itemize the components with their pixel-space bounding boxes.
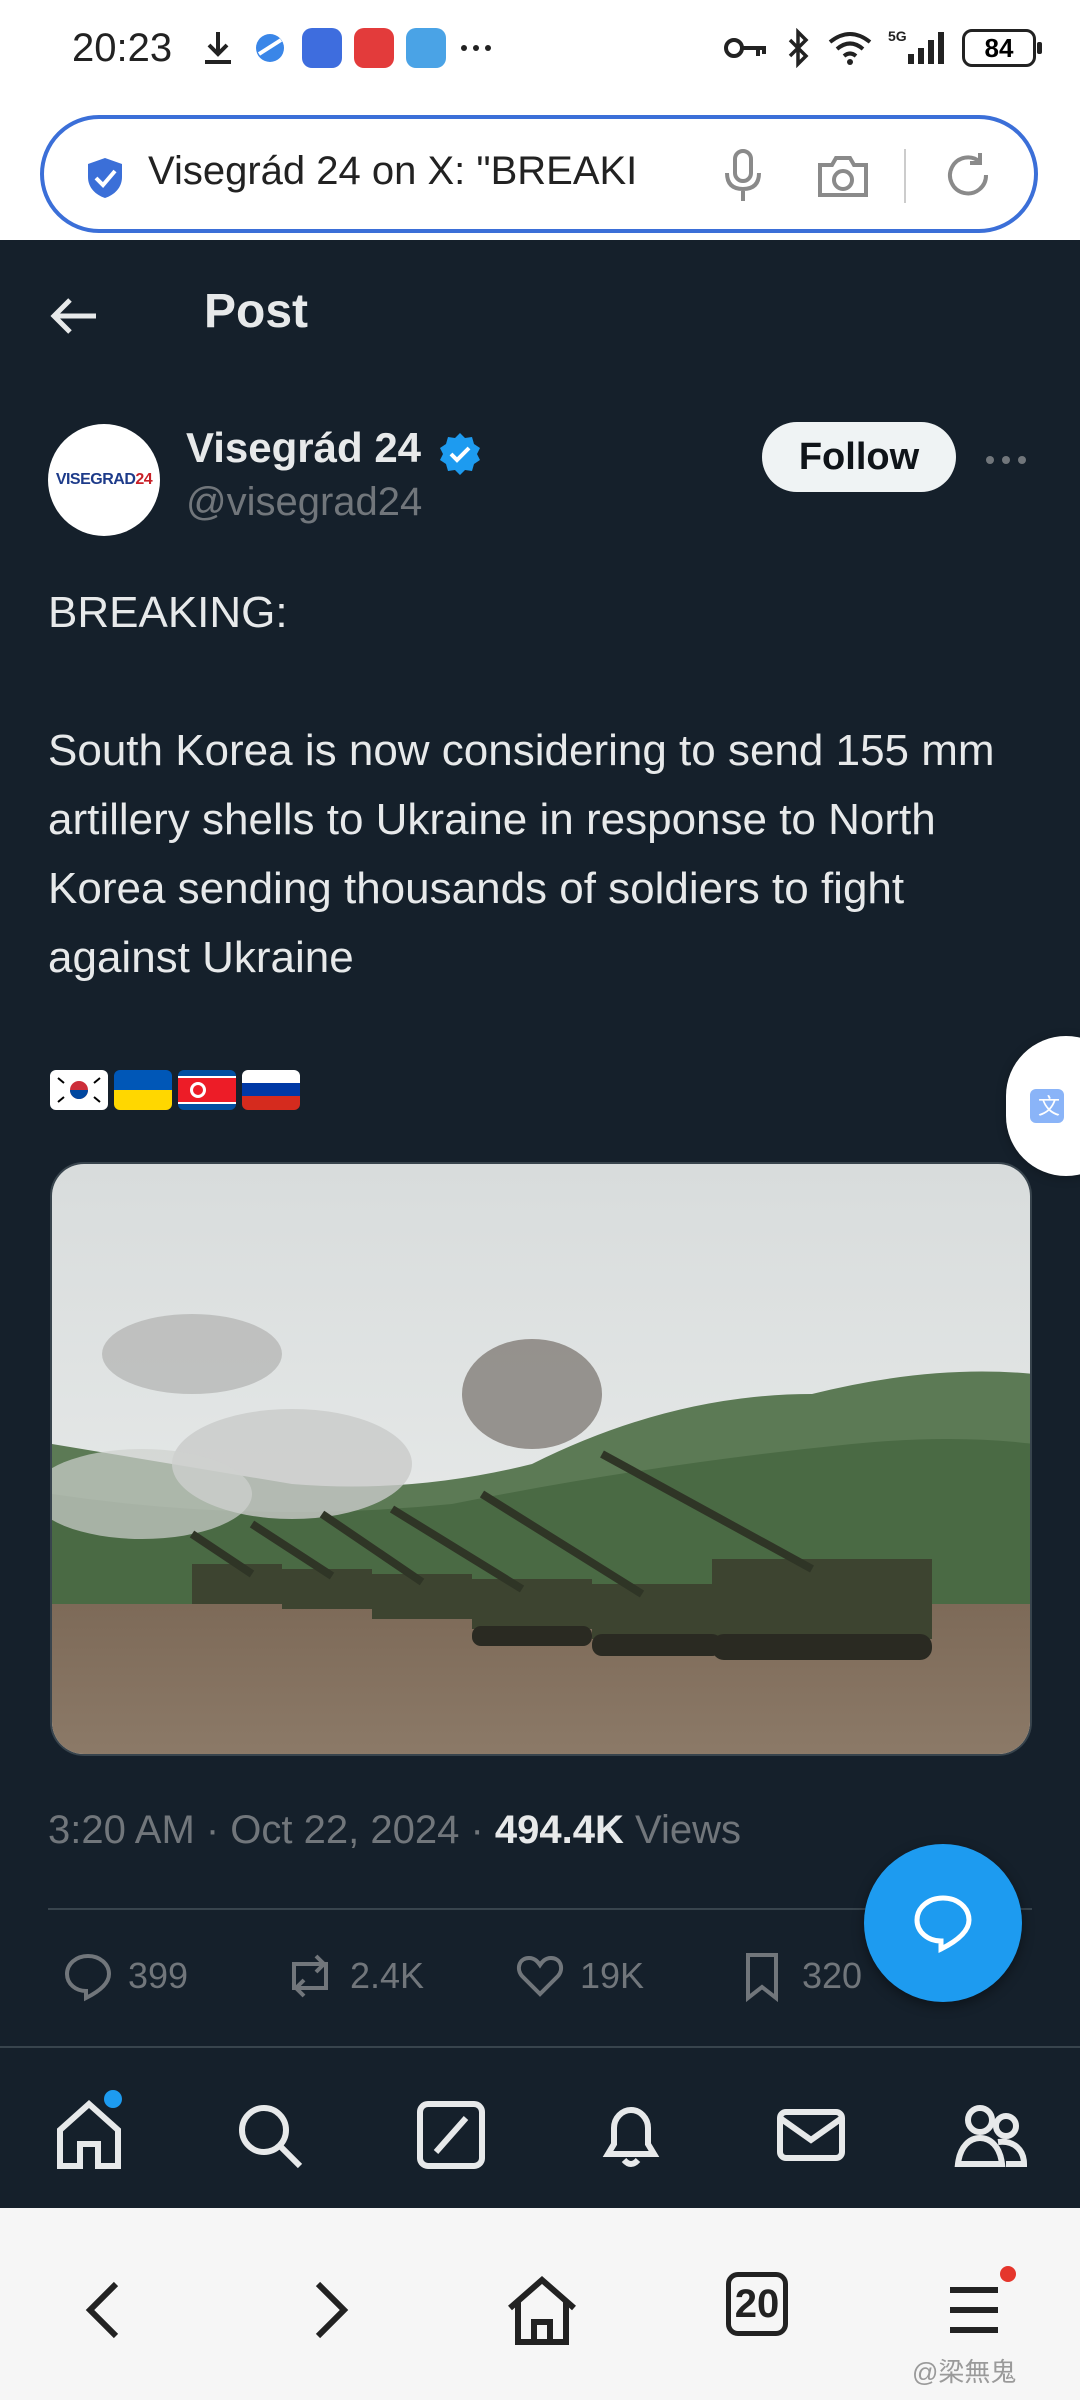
- north-korea-flag-icon: [178, 1070, 236, 1110]
- reload-icon[interactable]: [940, 147, 996, 203]
- reply-count: 399: [128, 1955, 189, 1996]
- x-post-view: Post VISEGRAD24 Visegrád 24 @visegrad24 …: [0, 240, 1080, 2208]
- post-image[interactable]: [50, 1162, 1032, 1756]
- url-separator: [904, 149, 906, 203]
- tweet-text-headline: BREAKING:: [48, 588, 288, 637]
- more-icon[interactable]: [984, 440, 1028, 480]
- heart-icon: [516, 1955, 564, 1997]
- signal-icon: 5G: [888, 28, 944, 64]
- url-text[interactable]: Visegrád 24 on X: "BREAKI: [148, 149, 728, 194]
- bookmark-count: 320: [802, 1955, 863, 1996]
- home-unread-dot: [104, 2090, 122, 2108]
- compose-reply-button[interactable]: [864, 1844, 1022, 2002]
- watermark: @梁無鬼: [912, 2357, 1017, 2387]
- home-icon[interactable]: [50, 2096, 128, 2174]
- svg-text:5G: 5G: [888, 28, 907, 44]
- ukraine-flag-icon: [114, 1070, 172, 1110]
- divider: [0, 2046, 1080, 2048]
- key-icon: [724, 38, 766, 58]
- secure-shield-icon: [88, 158, 122, 198]
- translate-floating-button[interactable]: 文: [1006, 1036, 1080, 1176]
- weather-app-icon: [406, 28, 446, 68]
- compose-reply-icon: [914, 1895, 972, 1954]
- verified-badge-icon: [440, 433, 480, 475]
- repost-action[interactable]: 2.4K: [284, 1950, 424, 2002]
- views-count: 494.4K: [494, 1808, 624, 1852]
- svg-text:文: 文: [1038, 1095, 1060, 1120]
- status-notification-icons: [198, 28, 494, 68]
- post-timestamp[interactable]: 3:20 AM · Oct 22, 2024 ·: [48, 1808, 495, 1852]
- repost-count: 2.4K: [350, 1955, 425, 1996]
- camera-icon[interactable]: [814, 151, 872, 201]
- bookmark-action[interactable]: 320: [736, 1950, 862, 2002]
- back-icon[interactable]: [68, 2272, 144, 2348]
- communities-icon[interactable]: [952, 2096, 1030, 2174]
- back-arrow-icon[interactable]: [46, 288, 102, 344]
- russia-flag-icon: [242, 1070, 300, 1110]
- page-title: Post: [204, 285, 309, 338]
- status-time: 20:23: [72, 26, 173, 70]
- views-label: Views: [623, 1808, 741, 1852]
- notifications-icon[interactable]: [592, 2096, 670, 2174]
- home-icon[interactable]: [504, 2272, 580, 2348]
- author-name[interactable]: Visegrád 24: [186, 424, 421, 472]
- repost-icon: [292, 1954, 328, 1998]
- author-handle[interactable]: @visegrad24: [186, 480, 422, 525]
- search-icon[interactable]: [230, 2096, 308, 2174]
- download-icon: [205, 32, 231, 64]
- tweet-text: BREAKING: South Korea is now considering…: [48, 578, 1038, 992]
- post-header: Post: [0, 240, 1080, 390]
- avatar-logo: VISEGRAD24: [55, 471, 153, 488]
- bookmark-icon: [746, 1953, 778, 2002]
- tabs-button[interactable]: 20: [726, 2272, 788, 2336]
- avatar[interactable]: VISEGRAD24: [48, 424, 160, 536]
- security-app-icon: [302, 28, 342, 68]
- tweet-text-body: South Korea is now considering to send 1…: [48, 726, 995, 982]
- messages-icon[interactable]: [772, 2096, 850, 2174]
- south-korea-flag-icon: [50, 1070, 108, 1110]
- flag-emojis: [50, 1070, 300, 1110]
- like-count: 19K: [580, 1955, 645, 1996]
- follow-button[interactable]: Follow: [762, 422, 956, 492]
- artillery-photo: [52, 1164, 1030, 1754]
- x-tab-bar: [0, 2066, 1080, 2208]
- menu-notification-dot: [1000, 2266, 1016, 2282]
- status-system-icons: 5G 84: [722, 28, 1042, 68]
- huawei-app-icon: [354, 28, 394, 68]
- grok-icon[interactable]: [412, 2096, 490, 2174]
- browser-app-icon: [256, 34, 284, 62]
- more-notifications-icon: [461, 45, 491, 51]
- like-action[interactable]: 19K: [514, 1950, 644, 2002]
- translate-icon: 文: [1030, 1089, 1064, 1123]
- microphone-icon[interactable]: [718, 147, 768, 205]
- reply-action[interactable]: 399: [62, 1950, 188, 2002]
- battery-indicator: 84: [962, 29, 1042, 67]
- wifi-icon: [828, 32, 872, 65]
- forward-icon[interactable]: [290, 2272, 366, 2348]
- menu-icon[interactable]: [936, 2272, 1012, 2348]
- url-bar[interactable]: Visegrád 24 on X: "BREAKI: [40, 115, 1038, 233]
- bluetooth-icon: [788, 28, 809, 68]
- post-meta: 3:20 AM · Oct 22, 2024 · 494.4K Views: [48, 1808, 741, 1853]
- status-bar: 20:23 5G 84: [0, 0, 1080, 105]
- reply-icon: [64, 1953, 112, 2002]
